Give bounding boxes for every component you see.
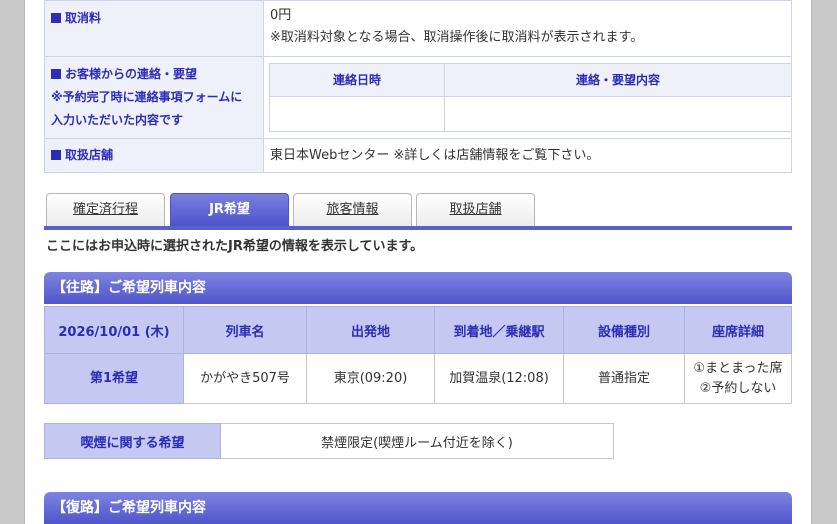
contact-label-note-2: 入力いただいた内容です [51,113,184,127]
cancel-fee-note: ※取消料対象となる場合、取消操作後に取消料が表示されます。 [270,30,644,45]
header-train-name: 列車名 [183,306,307,354]
store-label-cell: 取扱店舗 [44,138,264,173]
departure: 東京(09:20) [306,353,435,404]
smoking-label: 喫煙に関する希望 [44,423,221,459]
cancel-fee-value: 0円 [270,8,292,23]
contact-label: お客様からの連絡・要望 [65,67,198,81]
tab-confirmed-itinerary[interactable]: 確定済行程 [46,193,165,227]
cancel-fee-value-cell: 0円 ※取消料対象となる場合、取消操作後に取消料が表示されます。 [263,0,792,57]
arrival: 加賀温泉(12:08) [434,353,564,404]
header-facility: 設備種別 [563,306,685,354]
tab-underline [44,226,792,230]
tab-store[interactable]: 取扱店舗 [416,193,535,227]
page-panel: 取消料 0円 ※取消料対象となる場合、取消操作後に取消料が表示されます。 お客様… [24,0,812,524]
cancel-fee-row: 取消料 0円 ※取消料対象となる場合、取消操作後に取消料が表示されます。 [44,0,792,57]
contact-content-cell [444,96,792,132]
header-arrival: 到着地／乗継駅 [434,306,564,354]
cancel-fee-label-cell: 取消料 [44,0,264,57]
header-departure: 出発地 [306,306,435,354]
square-bullet-icon [51,13,61,23]
contact-date-cell [269,96,445,132]
tab-passenger-info[interactable]: 旅客情報 [293,193,412,227]
contact-label-note-1: ※予約完了時に連絡事項フォームに [51,90,243,104]
request-rank: 第1希望 [44,353,184,404]
store-row: 取扱店舗 東日本Webセンター ※詳しくは店舗情報をご覧下さい。 [44,138,792,173]
store-value-cell: 東日本Webセンター ※詳しくは店舗情報をご覧下さい。 [263,138,792,173]
seat-detail-1: ①まとまった席 [693,360,783,376]
store-label: 取扱店舗 [65,148,114,162]
table-row: 第1希望 かがやき507号 東京(09:20) 加賀温泉(12:08) 普通指定… [44,353,792,404]
contact-row: お客様からの連絡・要望 ※予約完了時に連絡事項フォームに 入力いただいた内容です… [44,56,792,139]
smoking-value: 禁煙限定(喫煙ルーム付近を除く) [220,423,614,459]
contact-col-content: 連絡・要望内容 [444,63,792,97]
facility-type: 普通指定 [563,353,685,404]
header-seat-detail: 座席詳細 [684,306,792,354]
contact-label-cell: お客様からの連絡・要望 ※予約完了時に連絡事項フォームに 入力いただいた内容です [44,56,264,139]
train-table-header-row: 2026/10/01 (木) 列車名 出発地 到着地／乗継駅 設備種別 座席詳細 [44,306,792,354]
reservation-info-table: 取消料 0円 ※取消料対象となる場合、取消操作後に取消料が表示されます。 お客様… [44,0,792,173]
tab-bar: 確定済行程 JR希望 旅客情報 取扱店舗 [44,193,792,227]
square-bullet-icon [51,69,61,79]
content-area: 取消料 0円 ※取消料対象となる場合、取消操作後に取消料が表示されます。 お客様… [44,0,792,524]
contact-col-date: 連絡日時 [269,63,445,97]
header-date: 2026/10/01 (木) [44,306,184,354]
store-value: 東日本Webセンター ※詳しくは店舗情報をご覧下さい。 [270,148,600,163]
seat-detail-cell: ①まとまった席 ②予約しない [684,353,792,404]
tab-jr-request[interactable]: JR希望 [170,193,289,227]
cancel-fee-label: 取消料 [65,11,102,25]
outbound-section-header: 【往路】ご希望列車内容 [44,272,792,304]
seat-detail-2: ②予約しない [699,380,777,396]
return-section-header: 【復路】ご希望列車内容 [44,492,792,524]
train-name: かがやき507号 [183,353,307,404]
square-bullet-icon [51,150,61,160]
outbound-train-table: 2026/10/01 (木) 列車名 出発地 到着地／乗継駅 設備種別 座席詳細… [44,306,792,404]
contact-table: 連絡日時 連絡・要望内容 [269,63,792,132]
jr-request-note: ここにはお申込時に選択されたJR希望の情報を表示しています。 [46,239,424,254]
contact-value-cell: 連絡日時 連絡・要望内容 [263,56,792,139]
smoking-table: 喫煙に関する希望 禁煙限定(喫煙ルーム付近を除く) [44,423,614,459]
